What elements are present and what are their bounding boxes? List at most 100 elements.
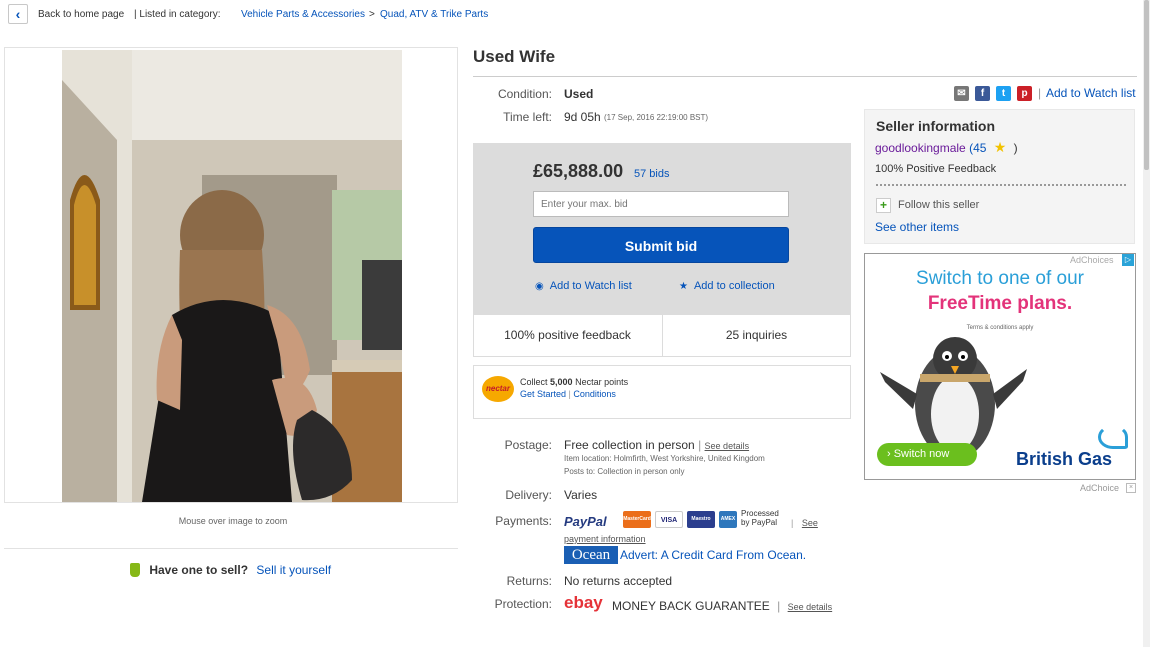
ocean-advert-link[interactable]: Advert: A Credit Card From Ocean. [620, 548, 806, 562]
seller-score-close: ) [1013, 141, 1018, 155]
mastercard-icon: MasterCard [623, 511, 651, 528]
zoom-hint: Mouse over image to zoom [178, 516, 288, 526]
see-payment-row: | See [791, 518, 818, 528]
delivery-label: Delivery: [505, 488, 552, 502]
time-left-label: Time left: [503, 110, 552, 124]
adchoice-bottom[interactable]: AdChoice [1080, 483, 1119, 493]
breadcrumb-category-quad[interactable]: Quad, ATV & Trike Parts [380, 9, 488, 20]
postage-sep: | [698, 438, 702, 452]
nectar-links: Get Started | Conditions [520, 389, 616, 399]
time-left-detail: (17 Sep, 2016 22:19:00 BST) [604, 113, 709, 122]
payments-sep: | [791, 518, 794, 528]
seller-name-row: goodlookingmale (45 ★ ) [875, 139, 1018, 156]
collect-post: Nectar points [575, 377, 629, 387]
flame-icon [1098, 425, 1128, 449]
postage-value-row: Free collection in person | See details [564, 438, 749, 452]
divider [4, 548, 458, 549]
max-bid-input[interactable] [533, 191, 789, 217]
breadcrumb-category-vehicle-parts[interactable]: Vehicle Parts & Accessories [241, 9, 365, 20]
seller-score[interactable]: (45 [969, 141, 986, 155]
processed-text: Processed [741, 509, 779, 518]
star-icon: ★ [679, 281, 688, 292]
visa-icon: VISA [655, 511, 683, 528]
email-icon[interactable]: ✉ [954, 86, 969, 101]
postage-label: Postage: [504, 438, 552, 452]
sell-question: Have one to sell? [149, 563, 249, 577]
seller-info-title: Seller information [876, 118, 996, 134]
feedback-star-icon: ★ [993, 139, 1007, 155]
facebook-icon[interactable]: f [975, 86, 990, 101]
eye-icon: ◉ [535, 281, 544, 292]
watch-list-label: Add to Watch list [549, 280, 632, 292]
back-icon[interactable]: ‹ [8, 4, 28, 24]
british-gas-logo: British Gas [1016, 449, 1113, 469]
conditions-link[interactable]: Conditions [573, 389, 616, 399]
price-tag-icon [130, 563, 140, 577]
pinterest-icon[interactable]: p [1017, 86, 1032, 101]
paypal-logo: PayPal [564, 514, 607, 529]
collection-label: Add to collection [693, 280, 775, 292]
switch-now-button[interactable]: › Switch now [877, 443, 977, 466]
ad-terms: Terms & conditions apply [966, 325, 1034, 331]
bid-count-link[interactable]: 57 bids [634, 168, 669, 180]
adchoices-top[interactable]: AdChoices [1070, 255, 1114, 265]
processed-by-paypal: Processed by PayPal [741, 509, 779, 527]
posts-to: Posts to: Collection in person only [564, 467, 685, 476]
payments-label: Payments: [495, 514, 552, 528]
ocean-logo[interactable]: Ocean [564, 546, 618, 564]
see-details-protection-link[interactable]: See details [788, 602, 833, 612]
ad-headline-2: FreeTime plans. [927, 293, 1073, 314]
add-to-watch-list-link[interactable]: Add to Watch list [1046, 86, 1136, 100]
collect-pre: Collect [520, 377, 548, 387]
nectar-sep: | [568, 389, 571, 399]
listed-in-label: | Listed in category: [134, 9, 221, 20]
watch-list-link[interactable]: ◉ Add to Watch list [535, 280, 632, 292]
nectar-collect-text: Collect 5,000 Nectar points [520, 377, 628, 387]
delivery-value: Varies [564, 488, 598, 502]
condition-value: Used [564, 87, 594, 101]
returns-value: No returns accepted [564, 574, 673, 588]
scrollbar-thumb[interactable] [1144, 0, 1149, 170]
ad-headline-1: Switch to one of our [916, 268, 1084, 289]
item-photo[interactable] [62, 50, 402, 502]
see-link[interactable]: See [802, 518, 818, 528]
nectar-logo-icon: nectar [482, 376, 514, 402]
adchoice-close-icon[interactable]: × [1126, 483, 1136, 493]
title-rule [473, 76, 1137, 77]
maestro-icon: Maestro [687, 511, 715, 528]
breadcrumb-separator: > [369, 9, 375, 20]
sell-it-yourself-link[interactable]: Sell it yourself [256, 563, 331, 577]
money-back-row: MONEY BACK GUARANTEE | See details [612, 599, 832, 613]
plus-icon[interactable]: + [876, 198, 891, 213]
see-other-items-link[interactable]: See other items [875, 220, 959, 234]
payment-information-link[interactable]: payment information [564, 534, 646, 544]
inquiries-count: 25 inquiries [725, 328, 788, 342]
nectar-points: 5,000 [550, 377, 573, 387]
sell-prompt: Have one to sell? Sell it yourself [130, 563, 331, 577]
adchoices-icon[interactable]: ▷ [1122, 254, 1134, 266]
seller-name-link[interactable]: goodlookingmale [875, 141, 966, 155]
money-back-guarantee: MONEY BACK GUARANTEE [612, 599, 770, 613]
time-left-value: 9d 05h [564, 110, 601, 124]
follow-seller-link[interactable]: Follow this seller [898, 199, 979, 211]
ebay-logo: ebay [564, 593, 603, 612]
positive-feedback: 100% positive feedback [504, 328, 631, 342]
twitter-icon[interactable]: t [996, 86, 1011, 101]
submit-bid-button[interactable]: Submit bid [533, 227, 789, 263]
share-separator: | [1038, 86, 1042, 100]
item-location: Item location: Holmfirth, West Yorkshire… [564, 454, 765, 463]
seller-feedback: 100% Positive Feedback [875, 163, 997, 175]
item-title: Used Wife [473, 47, 556, 66]
amex-icon: AMEX [719, 511, 737, 528]
protection-label: Protection: [494, 597, 552, 611]
back-to-home-link[interactable]: Back to home page [38, 9, 124, 20]
seller-divider [876, 184, 1126, 186]
current-price: £65,888.00 [533, 161, 624, 181]
add-to-collection-link[interactable]: ★ Add to collection [679, 280, 775, 292]
see-details-link[interactable]: See details [705, 441, 750, 451]
get-started-link[interactable]: Get Started [520, 389, 566, 399]
postage-value: Free collection in person [564, 438, 695, 452]
returns-label: Returns: [506, 574, 552, 588]
protection-sep: | [777, 599, 781, 613]
by-paypal-text: by PayPal [741, 518, 778, 527]
